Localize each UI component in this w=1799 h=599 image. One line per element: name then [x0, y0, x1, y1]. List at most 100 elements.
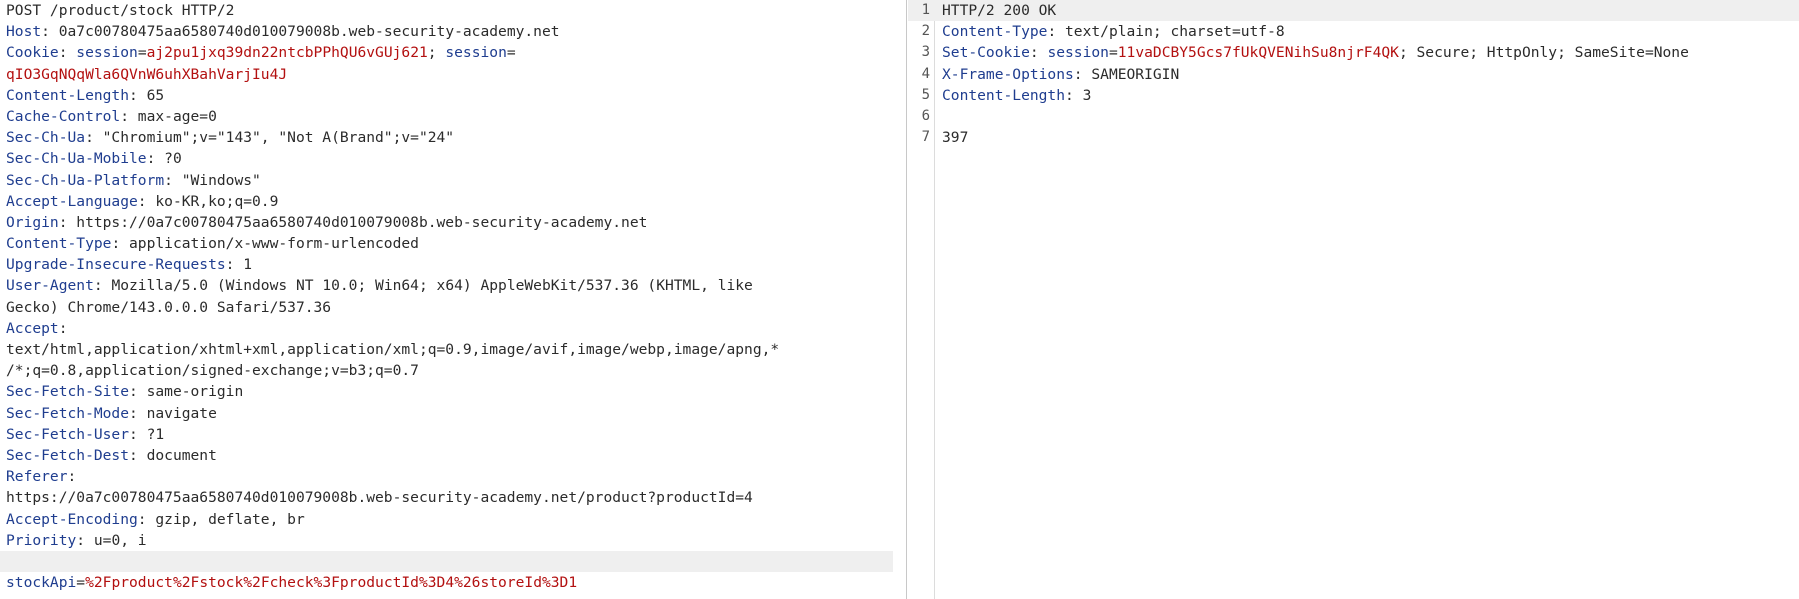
line-number: 2 — [921, 23, 930, 40]
pane-divider[interactable] — [906, 0, 907, 599]
response-pane[interactable]: 1 HTTP/2 200 OK 2 Content-Type: text/plain… — [908, 0, 1799, 599]
header-name: Sec-Ch-Ua-Mobile — [6, 150, 147, 168]
cookie-semicolon: ; — [427, 44, 446, 62]
cookie-name: session — [445, 44, 507, 62]
cookie-eq: = — [1108, 44, 1118, 62]
header-value: : 65 — [129, 86, 165, 104]
header-value: Gecko) Chrome/143.0.0.0 Safari/537.36 — [6, 298, 332, 316]
header-sep: : — [58, 44, 77, 62]
header-value: : Mozilla/5.0 (Windows NT 10.0; Win64; x… — [93, 277, 753, 295]
header-value: : ko-KR,ko;q=0.9 — [137, 192, 279, 210]
header-name: Sec-Ch-Ua — [6, 129, 86, 147]
header-value: : SAMEORIGIN — [1073, 65, 1180, 83]
response-header-x-frame-options: 4 X-Frame-Options: SAMEORIGIN — [908, 64, 1799, 85]
header-content-length: Content-Length: 65 — [0, 85, 893, 106]
header-value: : 1 — [225, 256, 253, 274]
line-number: 5 — [921, 86, 930, 103]
response-header-content-length: 5 Content-Length: 3 — [908, 85, 1799, 106]
header-name: Accept-Encoding — [6, 510, 138, 528]
header-value: : document — [129, 446, 217, 464]
header-origin: Origin: https://0a7c00780475aa6580740d01… — [0, 212, 893, 233]
header-sec-fetch-mode: Sec-Fetch-Mode: navigate — [0, 403, 893, 424]
header-name: Cookie — [6, 44, 59, 62]
body-param-value: %2Fproduct%2Fstock%2Fcheck%3FproductId%3… — [85, 574, 578, 592]
header-name: Set-Cookie — [942, 44, 1030, 62]
header-value: https://0a7c00780475aa6580740d010079008b… — [6, 489, 753, 507]
header-sep: : — [1029, 44, 1048, 62]
header-name: Accept-Language — [6, 192, 138, 210]
response-status-line: 1 HTTP/2 200 OK — [908, 0, 1799, 22]
header-accept-continued: /*;q=0.8,application/signed-exchange;v=b… — [0, 360, 893, 381]
header-name: Sec-Fetch-Mode — [6, 404, 130, 422]
header-referer-continued: https://0a7c00780475aa6580740d010079008b… — [0, 487, 893, 508]
cookie-value: qIO3GqNQqWla6QVnW6uhXBahVarjIu4J — [6, 65, 288, 83]
request-body: stockApi=%2Fproduct%2Fstock%2Fcheck%3Fpr… — [0, 572, 893, 593]
header-sec-fetch-site: Sec-Fetch-Site: same-origin — [0, 381, 893, 402]
header-value: : ?1 — [129, 425, 165, 443]
header-sec-fetch-dest: Sec-Fetch-Dest: document — [0, 445, 893, 466]
response-header-content-type: 2 Content-Type: text/plain; charset=utf-8 — [908, 21, 1799, 42]
header-accept-encoding: Accept-Encoding: gzip, deflate, br — [0, 509, 893, 530]
header-name: Content-Type — [6, 235, 112, 253]
response-header-set-cookie: 3 Set-Cookie: session=11vaDCBY5Gcs7fUkQVE… — [908, 42, 1799, 63]
header-value: : same-origin — [129, 383, 244, 401]
header-priority: Priority: u=0, i — [0, 530, 893, 551]
response-editor[interactable]: 1 HTTP/2 200 OK 2 Content-Type: text/plain… — [908, 0, 1799, 148]
header-name: Referer — [6, 468, 68, 486]
header-name: Content-Length — [942, 86, 1066, 104]
header-value: : https://0a7c00780475aa6580740d01007900… — [58, 213, 648, 231]
header-sep: : — [67, 468, 77, 486]
header-referer: Referer: — [0, 466, 893, 487]
response-body-text: 397 — [942, 129, 969, 147]
line-number: 3 — [921, 44, 930, 61]
header-value: : text/plain; charset=utf-8 — [1047, 23, 1285, 41]
header-sec-ch-ua-mobile: Sec-Ch-Ua-Mobile: ?0 — [0, 148, 893, 169]
header-value: : application/x-www-form-urlencoded — [111, 235, 419, 253]
header-value: : max-age=0 — [120, 107, 217, 125]
header-name: Host — [6, 23, 42, 41]
body-param-eq: = — [76, 574, 86, 592]
blank-line-cursor[interactable] — [0, 550, 893, 573]
header-cookie: Cookie: session=aj2pu1jxq39dn22ntcbPPhQU… — [0, 42, 893, 63]
header-value: text/html,application/xhtml+xml,applicat… — [6, 341, 780, 358]
header-name: X-Frame-Options — [942, 65, 1074, 83]
line-number: 1 — [921, 2, 930, 18]
request-line: POST /product/stock HTTP/2 — [0, 0, 893, 21]
cookie-name: session — [1047, 44, 1109, 62]
header-value: : gzip, deflate, br — [137, 510, 305, 528]
header-name: Sec-Fetch-User — [6, 425, 130, 443]
cookie-name: session — [76, 44, 138, 62]
header-name: Origin — [6, 213, 59, 231]
header-name: Sec-Fetch-Dest — [6, 446, 130, 464]
header-value: : ?0 — [146, 150, 182, 168]
header-value: /*;q=0.8,application/signed-exchange;v=b… — [6, 362, 419, 380]
header-content-type: Content-Type: application/x-www-form-url… — [0, 233, 893, 254]
header-name: User-Agent — [6, 277, 94, 295]
header-accept-continued: text/html,application/xhtml+xml,applicat… — [0, 339, 893, 360]
header-accept-language: Accept-Language: ko-KR,ko;q=0.9 — [0, 191, 893, 212]
response-blank-line: 6 — [908, 106, 1799, 127]
header-value: : "Windows" — [164, 171, 261, 189]
header-value: : 0a7c00780475aa6580740d010079008b.web-s… — [41, 23, 560, 41]
header-upgrade-insecure-requests: Upgrade-Insecure-Requests: 1 — [0, 254, 893, 275]
cookie-eq: = — [506, 44, 516, 62]
status-line-text: HTTP/2 200 OK — [942, 2, 1057, 19]
request-line-text: POST /product/stock HTTP/2 — [6, 2, 235, 19]
header-sep: : — [58, 319, 68, 337]
header-sec-ch-ua-platform: Sec-Ch-Ua-Platform: "Windows" — [0, 170, 893, 191]
header-cache-control: Cache-Control: max-age=0 — [0, 106, 893, 127]
header-accept: Accept: — [0, 318, 893, 339]
request-pane[interactable]: POST /product/stock HTTP/2 Host: 0a7c007… — [0, 0, 893, 599]
line-number: 4 — [921, 65, 930, 82]
header-name: Priority — [6, 531, 77, 549]
header-name: Accept — [6, 319, 59, 337]
header-name: Upgrade-Insecure-Requests — [6, 256, 226, 274]
header-value: : "Chromium";v="143", "Not A(Brand";v="2… — [85, 129, 455, 147]
header-host: Host: 0a7c00780475aa6580740d010079008b.w… — [0, 21, 893, 42]
header-name: Content-Type — [942, 23, 1048, 41]
header-user-agent: User-Agent: Mozilla/5.0 (Windows NT 10.0… — [0, 275, 893, 296]
header-cookie-continued: qIO3GqNQqWla6QVnW6uhXBahVarjIu4J — [0, 64, 893, 85]
request-editor[interactable]: POST /product/stock HTTP/2 Host: 0a7c007… — [0, 0, 893, 593]
header-name: Content-Length — [6, 86, 130, 104]
body-param-name: stockApi — [6, 574, 77, 592]
